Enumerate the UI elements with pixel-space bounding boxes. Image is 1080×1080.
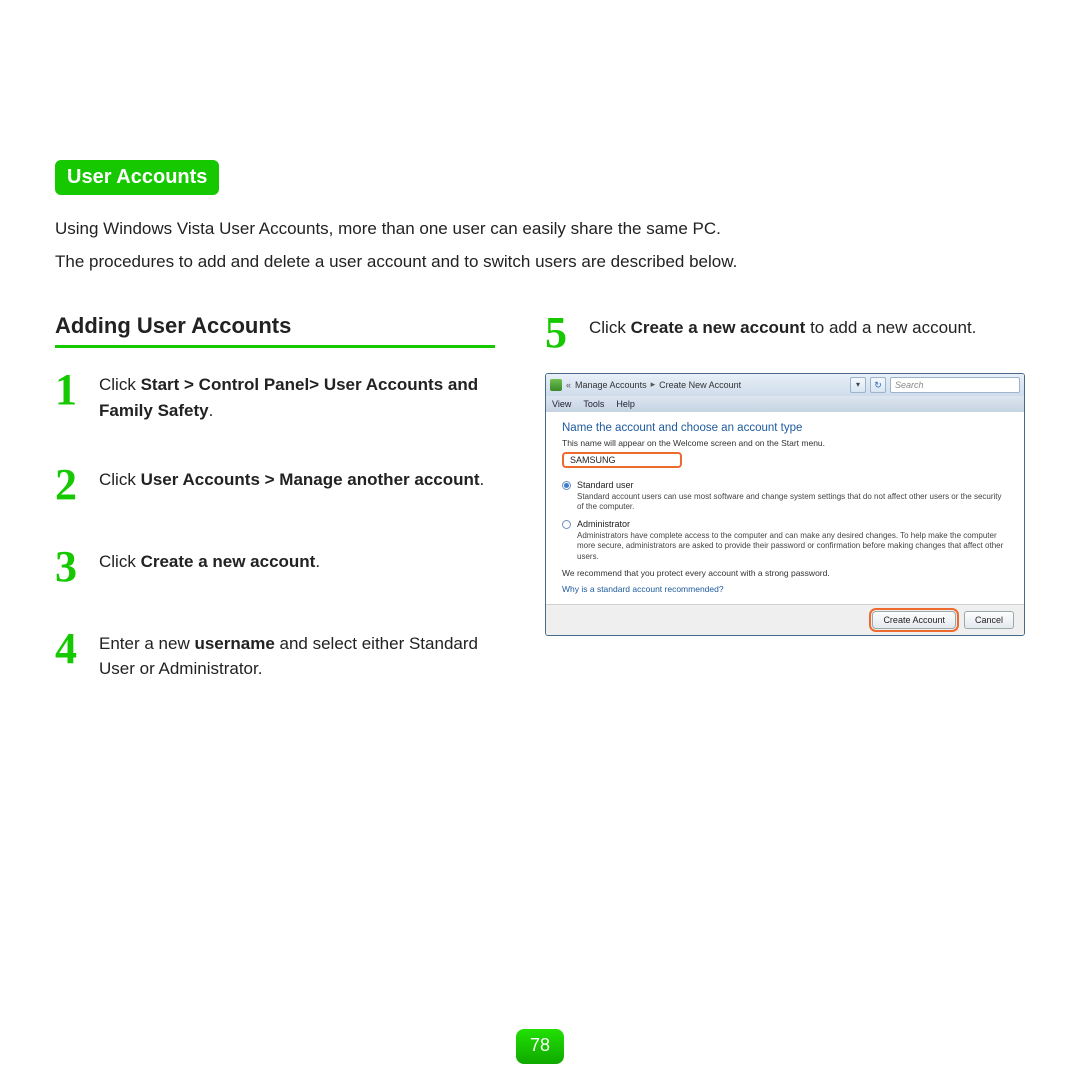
radio-administrator[interactable]: Administrator bbox=[562, 519, 1008, 529]
intro-line-1: Using Windows Vista User Accounts, more … bbox=[55, 215, 1025, 242]
window-body: Name the account and choose an account t… bbox=[546, 412, 1024, 604]
screenshot-vista-window: « Manage Accounts ▸ Create New Account ▾… bbox=[545, 373, 1025, 636]
step-prefix: Click bbox=[589, 318, 631, 337]
address-dropdown-button[interactable]: ▾ bbox=[850, 377, 866, 393]
search-input[interactable]: Search bbox=[890, 377, 1020, 393]
step-3: 3 Click Create a new account. bbox=[55, 547, 495, 587]
sub-heading: Adding User Accounts bbox=[55, 313, 495, 348]
step-suffix: to add a new account. bbox=[805, 318, 976, 337]
administrator-description: Administrators have complete access to t… bbox=[577, 531, 1008, 562]
cancel-button[interactable]: Cancel bbox=[964, 611, 1014, 629]
step-text: Click Create a new account. bbox=[99, 547, 320, 575]
breadcrumb-separator-icon: ▸ bbox=[651, 379, 656, 390]
radio-icon bbox=[562, 520, 571, 529]
section-title-badge: User Accounts bbox=[55, 160, 219, 195]
step-prefix: Click bbox=[99, 470, 141, 489]
step-text: Click User Accounts > Manage another acc… bbox=[99, 465, 484, 493]
step-suffix: . bbox=[209, 401, 214, 420]
step-suffix: . bbox=[315, 552, 320, 571]
step-text: Click Create a new account to add a new … bbox=[589, 313, 976, 341]
radio-icon bbox=[562, 481, 571, 490]
body-title: Name the account and choose an account t… bbox=[562, 422, 1008, 434]
radio-label: Standard user bbox=[577, 480, 634, 490]
step-number: 4 bbox=[55, 629, 95, 669]
step-prefix: Click bbox=[99, 375, 141, 394]
menu-tools[interactable]: Tools bbox=[583, 399, 604, 409]
step-2: 2 Click User Accounts > Manage another a… bbox=[55, 465, 495, 505]
breadcrumb-create-new-account[interactable]: Create New Account bbox=[659, 380, 741, 390]
window-footer: Create Account Cancel bbox=[546, 604, 1024, 635]
step-number: 2 bbox=[55, 465, 95, 505]
step-number: 5 bbox=[545, 313, 585, 353]
step-prefix: Click bbox=[99, 552, 141, 571]
step-bold: Start > Control Panel> User Accounts and… bbox=[99, 375, 478, 420]
breadcrumb-back-chevron[interactable]: « bbox=[566, 380, 571, 390]
menu-help[interactable]: Help bbox=[616, 399, 635, 409]
control-panel-icon bbox=[550, 379, 562, 391]
standard-user-description: Standard account users can use most soft… bbox=[577, 492, 1008, 513]
step-suffix: . bbox=[480, 470, 485, 489]
step-1: 1 Click Start > Control Panel> User Acco… bbox=[55, 370, 495, 423]
why-standard-link[interactable]: Why is a standard account recommended? bbox=[562, 584, 724, 594]
menu-view[interactable]: View bbox=[552, 399, 571, 409]
refresh-button[interactable]: ↻ bbox=[870, 377, 886, 393]
step-5: 5 Click Create a new account to add a ne… bbox=[545, 313, 1025, 353]
step-prefix: Enter a new bbox=[99, 634, 194, 653]
step-number: 1 bbox=[55, 370, 95, 410]
intro-line-2: The procedures to add and delete a user … bbox=[55, 248, 1025, 275]
menu-bar: View Tools Help bbox=[546, 396, 1024, 412]
radio-label: Administrator bbox=[577, 519, 630, 529]
page-number: 78 bbox=[516, 1029, 564, 1064]
radio-standard-user[interactable]: Standard user bbox=[562, 480, 1008, 490]
intro-block: Using Windows Vista User Accounts, more … bbox=[55, 215, 1025, 275]
step-bold: Create a new account bbox=[141, 552, 316, 571]
account-name-input[interactable]: SAMSUNG bbox=[562, 452, 682, 468]
password-recommendation: We recommend that you protect every acco… bbox=[562, 568, 1008, 578]
create-account-button[interactable]: Create Account bbox=[872, 611, 956, 629]
step-number: 3 bbox=[55, 547, 95, 587]
body-subtitle: This name will appear on the Welcome scr… bbox=[562, 438, 1008, 448]
step-bold: User Accounts > Manage another account bbox=[141, 470, 480, 489]
step-text: Click Start > Control Panel> User Accoun… bbox=[99, 370, 495, 423]
address-bar: « Manage Accounts ▸ Create New Account ▾… bbox=[546, 374, 1024, 396]
breadcrumb-manage-accounts[interactable]: Manage Accounts bbox=[575, 380, 647, 390]
step-bold: username bbox=[194, 634, 274, 653]
step-text: Enter a new username and select either S… bbox=[99, 629, 495, 682]
step-bold: Create a new account bbox=[631, 318, 806, 337]
step-4: 4 Enter a new username and select either… bbox=[55, 629, 495, 682]
